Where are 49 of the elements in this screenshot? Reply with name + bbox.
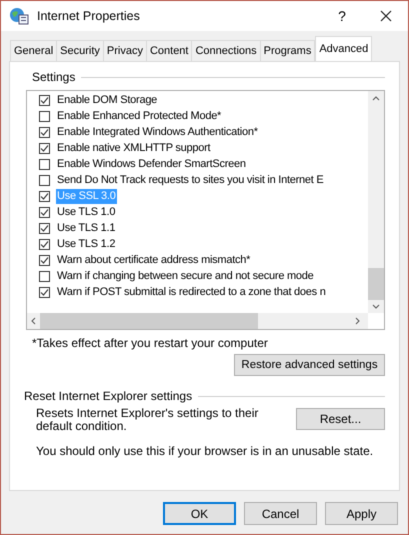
checkbox[interactable]	[39, 190, 50, 202]
dialog-button[interactable]: Apply	[325, 502, 398, 525]
scroll-thumb[interactable]	[368, 268, 384, 300]
tab[interactable]: Advanced	[315, 36, 372, 61]
setting-label[interactable]: Warn about certificate address mismatch*	[56, 252, 252, 268]
checkbox[interactable]	[39, 126, 50, 138]
checkbox[interactable]	[39, 94, 50, 106]
footnote-text: *Takes effect after you restart your computer	[32, 336, 269, 350]
checkbox[interactable]	[39, 254, 50, 266]
setting-label[interactable]: Enable native XMLHTTP support	[56, 140, 212, 156]
group-title: Settings	[32, 70, 76, 84]
checkbox[interactable]	[39, 142, 50, 154]
setting-label[interactable]: Send Do Not Track requests to sites you visit in Internet E	[56, 172, 324, 188]
reset-button[interactable]: Reset...	[296, 408, 385, 430]
vertical-scrollbar[interactable]	[368, 91, 384, 313]
setting-label[interactable]: Enable Enhanced Protected Mode*	[56, 108, 222, 124]
close-icon	[380, 10, 392, 22]
globe-icon	[9, 7, 29, 25]
setting-label[interactable]: Enable DOM Storage	[56, 92, 158, 108]
checkbox[interactable]	[39, 238, 50, 250]
tab[interactable]: General	[10, 40, 58, 61]
checkbox[interactable]	[39, 222, 50, 234]
window-title: Internet Properties	[37, 9, 141, 23]
checkbox[interactable]	[39, 286, 50, 298]
checkbox[interactable]	[39, 110, 50, 122]
checkbox[interactable]	[39, 158, 50, 170]
dialog-button[interactable]: Cancel	[244, 502, 317, 525]
group-title: Reset Internet Explorer settings	[24, 389, 192, 403]
scroll-thumb[interactable]	[40, 313, 258, 329]
scroll-left-icon[interactable]	[31, 317, 36, 325]
setting-label[interactable]: Warn if changing between secure and not secure mode	[56, 268, 315, 284]
setting-label[interactable]: Enable Windows Defender SmartScreen	[56, 156, 247, 172]
checkbox[interactable]	[39, 270, 50, 282]
setting-label[interactable]: Use TLS 1.2	[56, 236, 116, 252]
scroll-right-icon[interactable]	[355, 317, 360, 325]
checkbox[interactable]	[39, 206, 50, 218]
setting-label[interactable]: Warn if POST submittal is redirected to a zone that does n	[56, 284, 327, 300]
dialog-button[interactable]: OK	[163, 502, 236, 525]
setting-label[interactable]: Use TLS 1.1	[56, 220, 116, 236]
scroll-up-icon[interactable]	[372, 96, 380, 101]
reset-note: You should only use this if your browser is in an unusable state.	[36, 444, 374, 458]
scroll-down-icon[interactable]	[372, 304, 380, 309]
setting-label[interactable]: Enable Integrated Windows Authentication*	[56, 124, 259, 140]
setting-label[interactable]: Use TLS 1.0	[56, 204, 116, 220]
restore-button[interactable]: Restore advanced settings	[234, 354, 385, 376]
reset-description: Resets Internet Explorer's settings to their default condition.	[36, 407, 260, 433]
tab[interactable]: Programs	[260, 40, 316, 61]
checkbox[interactable]	[39, 174, 50, 186]
help-button[interactable]: ?	[320, 1, 364, 31]
